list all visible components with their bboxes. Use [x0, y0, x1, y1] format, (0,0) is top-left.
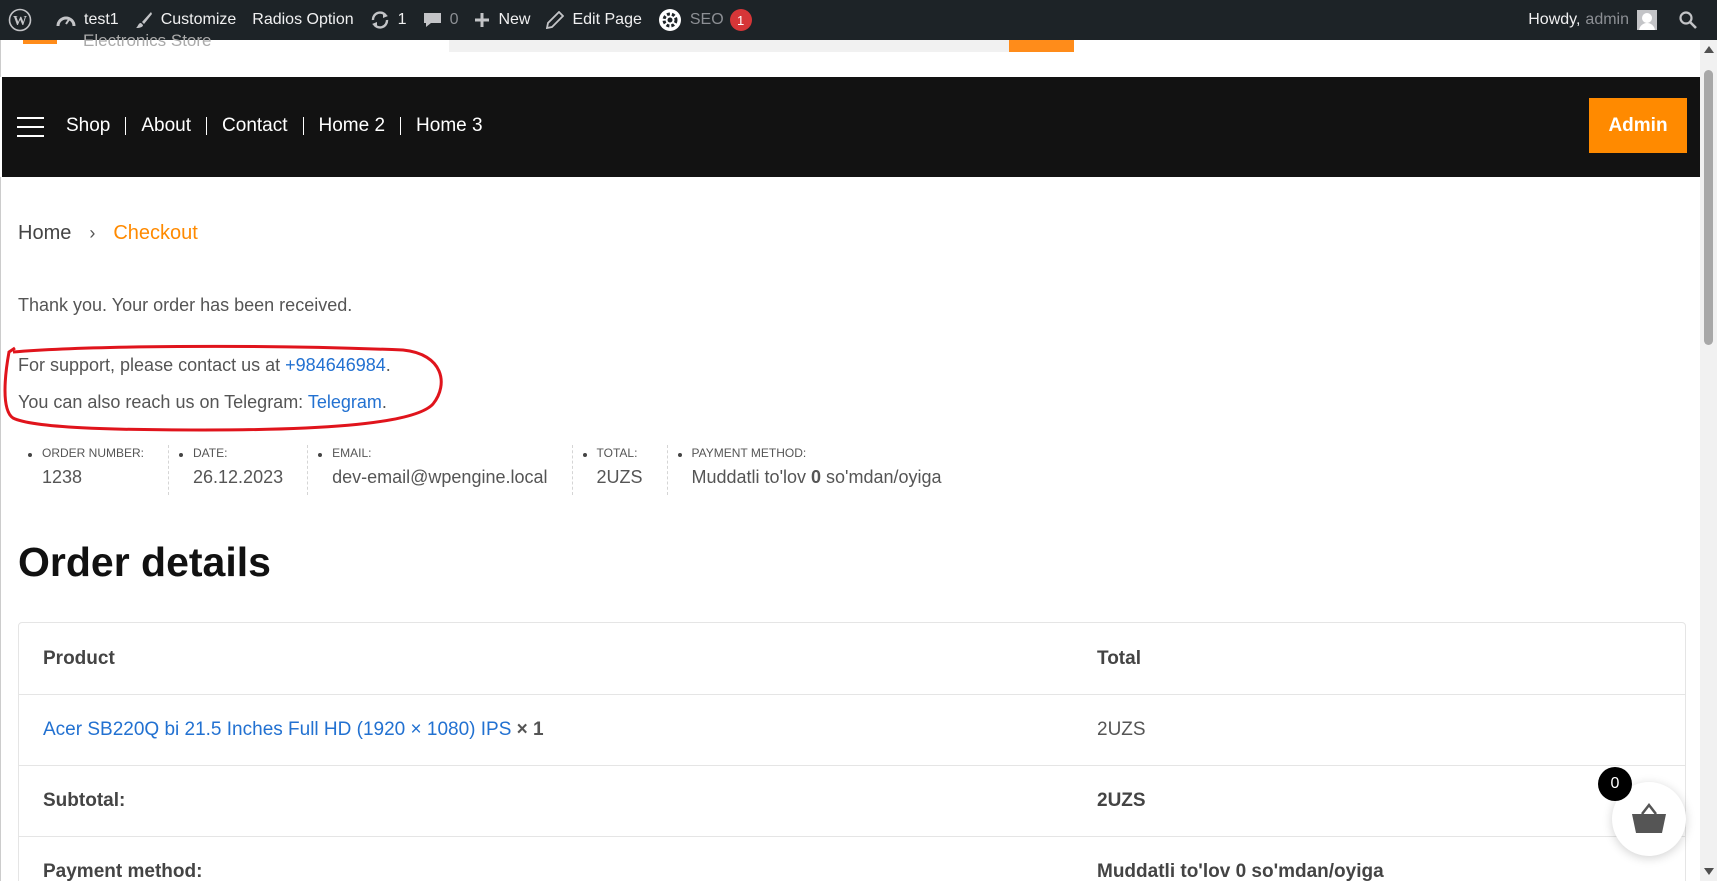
order-total-value: 2UZS [596, 467, 643, 487]
nav-item-home-3[interactable]: Home 3 [401, 115, 498, 137]
product-quantity: × 1 [511, 719, 544, 740]
radios-option-label: Radios Option [252, 11, 354, 28]
order-received-message: Thank you. Your order has been received. [18, 295, 353, 315]
search-icon[interactable] [1661, 0, 1717, 40]
search-input[interactable] [449, 40, 1009, 52]
new-label: New [498, 11, 531, 28]
comments-count: 0 [449, 11, 459, 28]
site-name: test1 [84, 11, 119, 28]
subtotal-value: 2UZS [1097, 790, 1146, 811]
breadcrumb-separator: › [89, 223, 96, 243]
payment-method-value: Muddatli to'lov 0 so'mdan/oyiga [691, 467, 942, 487]
payment-method-row: Payment method: Muddatli to'lov 0 so'mda… [19, 836, 1685, 881]
seo-menu[interactable]: SEO 1 [650, 0, 760, 40]
admin-button[interactable]: Admin [1589, 98, 1687, 153]
order-details-title: Order details [18, 539, 271, 585]
pencil-icon [546, 11, 565, 29]
product-header: Product [43, 647, 115, 669]
order-date: Date: 26.12.2023 [169, 445, 309, 495]
table-row: Acer SB220Q bi 21.5 Inches Full HD (1920… [19, 694, 1685, 765]
comments-link[interactable]: 0 [415, 0, 467, 40]
comment-icon [423, 13, 441, 27]
order-total-label: Total: [596, 446, 638, 460]
store-tagline: Electronics Store [83, 31, 212, 50]
scrollbar-thumb[interactable] [1704, 70, 1713, 345]
howdy-label: Howdy, [1528, 11, 1581, 28]
product-total: 2UZS [1097, 719, 1146, 740]
account-menu[interactable]: Howdy, admin [1520, 0, 1661, 40]
menu-icon[interactable] [17, 117, 44, 137]
nav-item-about[interactable]: About [126, 115, 206, 137]
order-number-label: Order number: [42, 446, 145, 460]
nav-item-contact[interactable]: Contact [207, 115, 302, 137]
edit-page-label: Edit Page [572, 11, 642, 28]
updates-count: 1 [397, 11, 407, 28]
table-header-row: Product Total [19, 623, 1685, 694]
order-total: Total: 2UZS [573, 445, 668, 495]
radios-option-link[interactable]: Radios Option [244, 0, 361, 40]
seo-gear-icon [658, 9, 681, 31]
red-circle-annotation [3, 344, 443, 432]
avatar [1637, 10, 1657, 30]
scroll-up-arrow-icon[interactable] [1704, 46, 1714, 53]
breadcrumb-home[interactable]: Home [18, 222, 71, 245]
payment-method-row-value: Muddatli to'lov 0 so'mdan/oyiga [1097, 861, 1384, 881]
refresh-icon [371, 11, 388, 29]
breadcrumb: Home › Checkout [18, 222, 198, 245]
order-date-value: 26.12.2023 [193, 467, 284, 487]
order-date-label: Date: [193, 446, 228, 460]
new-content-menu[interactable]: New [466, 0, 538, 40]
order-number-value: 1238 [42, 467, 83, 487]
search-button[interactable] [1009, 40, 1074, 52]
admin-bar: W test1 Customize Radios Option 1 0 New … [0, 0, 1717, 40]
customize-label: Customize [160, 11, 237, 28]
subtotal-label: Subtotal: [43, 790, 126, 811]
site-header: Electronics Store [0, 31, 1700, 77]
seo-notification-badge: 1 [729, 9, 752, 31]
product-cell: Acer SB220Q bi 21.5 Inches Full HD (1920… [19, 719, 1073, 741]
breadcrumb-current: Checkout [113, 222, 198, 244]
nav-item-shop[interactable]: Shop [66, 115, 125, 137]
site-logo[interactable] [23, 40, 57, 44]
seo-label: SEO [689, 11, 724, 28]
order-email-value: dev-email@wpengine.local [332, 467, 548, 487]
order-email-label: Email: [332, 446, 372, 460]
main-navigation: Shop About Contact Home 2 Home 3 Admin [2, 77, 1700, 177]
updates-link[interactable]: 1 [362, 0, 415, 40]
checkout-content: Home › Checkout Thank you. Your order ha… [0, 177, 1700, 881]
scroll-down-arrow-icon[interactable] [1704, 868, 1714, 875]
order-payment-method: Payment method: Muddatli to'lov 0 so'mda… [668, 445, 966, 495]
total-header: Total [1097, 647, 1141, 669]
basket-icon [1632, 802, 1666, 833]
edit-page-link[interactable]: Edit Page [538, 0, 649, 40]
order-number: Order number: 1238 [18, 445, 170, 495]
payment-method-row-label: Payment method: [43, 861, 203, 881]
plus-icon [475, 13, 490, 27]
username: admin [1585, 11, 1629, 28]
product-link[interactable]: Acer SB220Q bi 21.5 Inches Full HD (1920… [43, 719, 511, 740]
wordpress-logo-icon[interactable]: W [0, 0, 48, 40]
order-overview: Order number: 1238 Date: 26.12.2023 Emai… [18, 445, 966, 495]
nav-item-home-2[interactable]: Home 2 [304, 115, 401, 137]
svg-text:W: W [13, 14, 27, 29]
subtotal-row: Subtotal: 2UZS [19, 765, 1685, 836]
order-email: Email: dev-email@wpengine.local [308, 445, 573, 495]
dashboard-icon [56, 16, 76, 27]
cart-count-badge: 0 [1598, 767, 1632, 801]
page-scrollbar[interactable] [1700, 40, 1717, 881]
brush-icon [135, 12, 152, 28]
payment-method-label: Payment method: [691, 446, 807, 460]
order-details-table: Product Total Acer SB220Q bi 21.5 Inches… [18, 622, 1686, 881]
